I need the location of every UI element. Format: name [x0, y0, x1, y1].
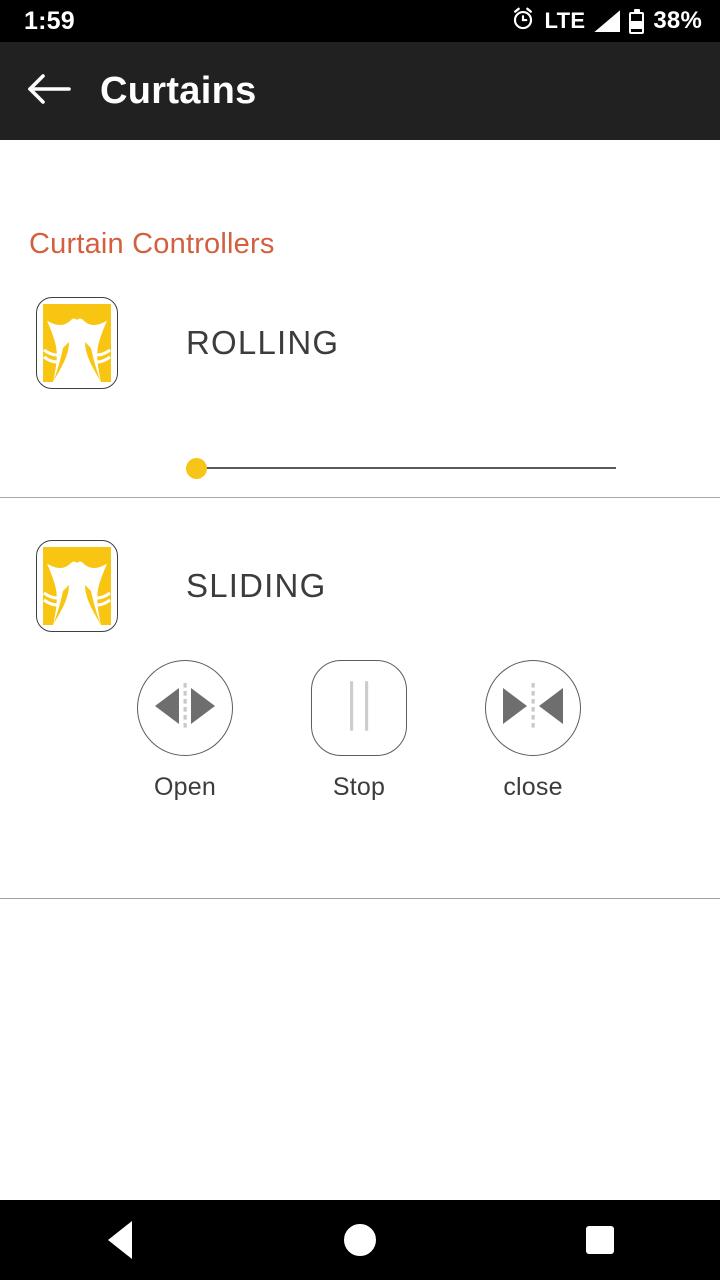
signal-bars-icon — [594, 10, 621, 32]
divider — [0, 497, 720, 498]
close-button[interactable]: close — [446, 660, 620, 802]
curtain-icon[interactable] — [36, 540, 118, 632]
stop-button-shape — [311, 660, 407, 756]
device-row-sliding: SLIDING — [0, 538, 720, 634]
stop-button-label: Stop — [332, 773, 386, 801]
phone-screen: 1:59 LTE 38% Curtains Curtain Controller… — [0, 0, 720, 1280]
open-button[interactable]: Open — [98, 660, 272, 802]
pause-bars-icon — [335, 678, 383, 739]
arrows-outward-icon — [149, 678, 221, 739]
close-button-label: close — [503, 773, 563, 801]
rolling-position-slider[interactable] — [186, 446, 616, 490]
battery-percent-label: 38% — [653, 7, 702, 34]
device-label-sliding: SLIDING — [186, 567, 327, 604]
battery-icon — [629, 8, 645, 34]
android-nav-bar — [0, 1200, 720, 1280]
stop-button[interactable]: Stop — [272, 660, 446, 802]
slider-track — [196, 467, 616, 469]
status-bar-icons: LTE 38% — [510, 6, 702, 37]
status-bar-clock: 1:59 — [24, 6, 75, 35]
page-title: Curtains — [100, 69, 257, 112]
alarm-clock-icon — [510, 6, 536, 37]
device-row-rolling: ROLLING — [0, 295, 720, 391]
back-arrow-icon — [25, 72, 71, 111]
divider — [0, 898, 720, 899]
section-heading: Curtain Controllers — [29, 228, 275, 260]
nav-home-circle-icon — [344, 1224, 376, 1256]
arrows-inward-icon — [497, 678, 569, 739]
status-bar: 1:59 LTE 38% — [0, 0, 720, 42]
nav-recents-square-icon — [586, 1226, 614, 1254]
app-bar: Curtains — [0, 42, 720, 140]
nav-home-button[interactable] — [240, 1200, 480, 1280]
device-label-rolling: ROLLING — [186, 324, 340, 361]
nav-back-button[interactable] — [0, 1200, 240, 1280]
nav-recents-button[interactable] — [480, 1200, 720, 1280]
slider-thumb[interactable] — [186, 458, 207, 479]
back-button[interactable] — [0, 42, 96, 140]
nav-back-triangle-icon — [108, 1221, 132, 1259]
open-button-label: Open — [154, 773, 216, 801]
main-content: Curtain Controllers ROLLING SLIDING Open… — [0, 140, 720, 1200]
network-type-label: LTE — [544, 8, 586, 33]
open-button-shape — [137, 660, 233, 756]
curtain-icon[interactable] — [36, 297, 118, 389]
close-button-shape — [485, 660, 581, 756]
sliding-controls: Open Stop close — [0, 660, 720, 802]
